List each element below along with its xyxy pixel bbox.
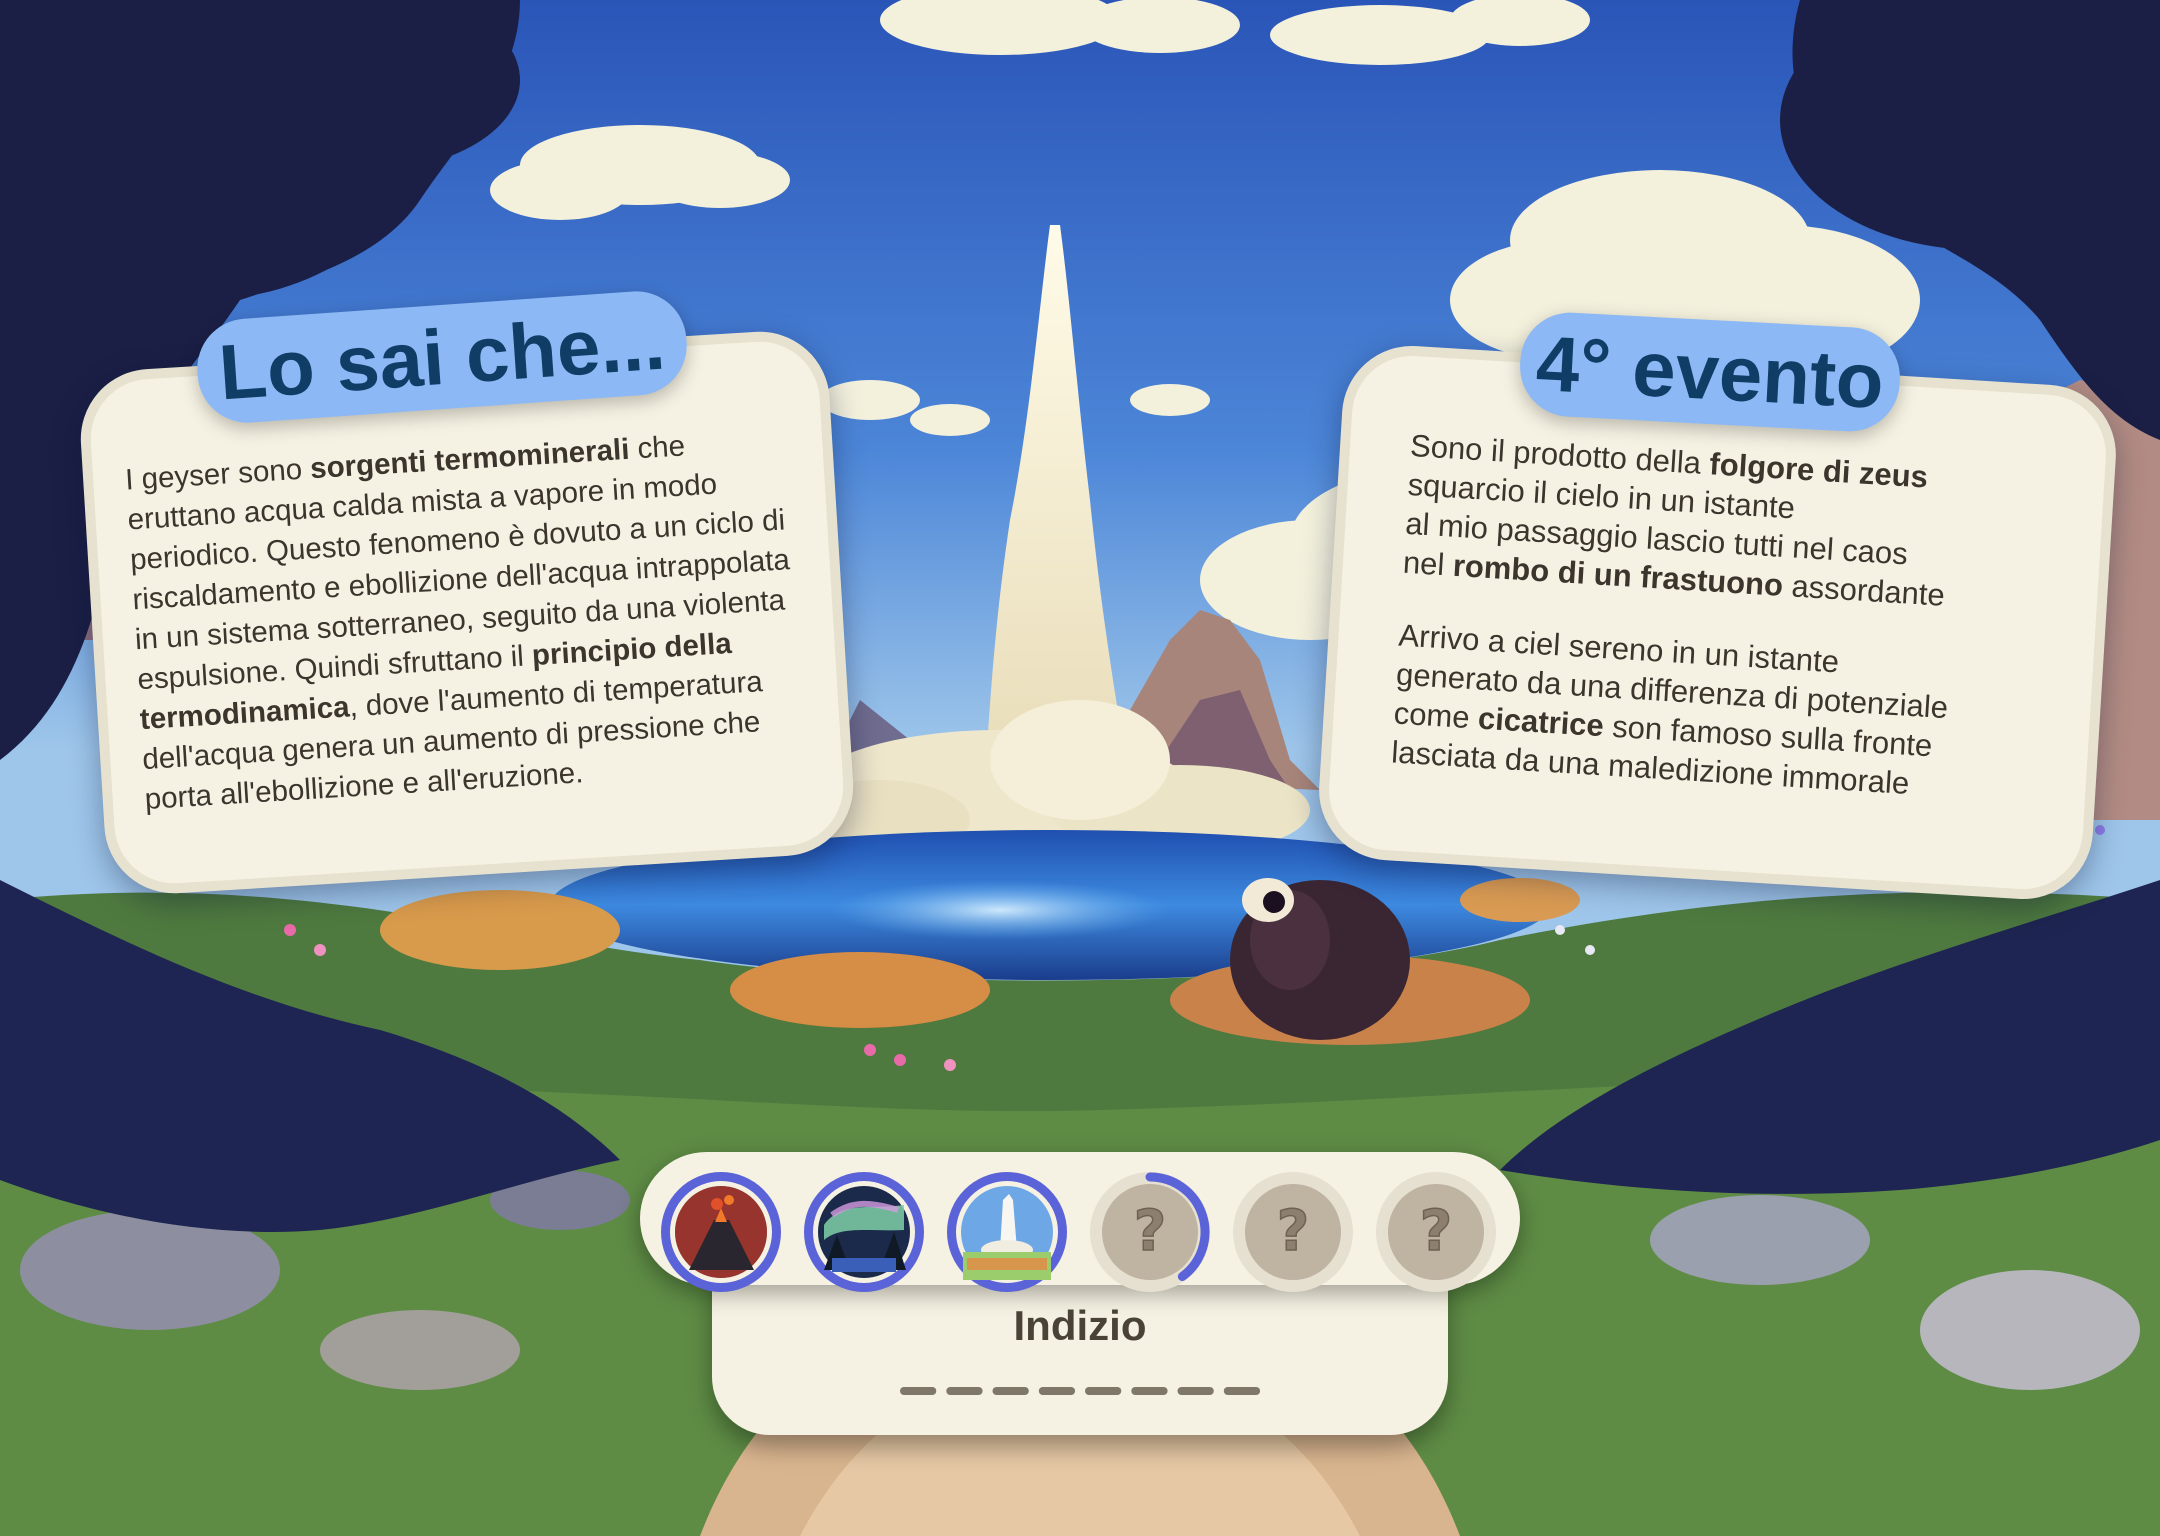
- question-mark: ?: [1420, 1199, 1452, 1264]
- hint-blank: [900, 1387, 937, 1395]
- riddle-text-segment: come: [1392, 695, 1480, 736]
- question-mark-icon: ?: [1376, 1172, 1496, 1292]
- slot-locked[interactable]: ?: [1374, 1170, 1498, 1294]
- geyser-icon: [947, 1172, 1067, 1292]
- hint-blank: [1177, 1387, 1214, 1395]
- volcano-icon: [661, 1172, 781, 1292]
- riddle-text-segment: assordante: [1781, 567, 1946, 613]
- slot-geyser[interactable]: [945, 1170, 1069, 1294]
- hint-label: Indizio: [1013, 1302, 1147, 1349]
- aurora-icon: [804, 1172, 924, 1292]
- question-mark-icon: ?: [1090, 1172, 1210, 1292]
- riddle-stanza: Sono il prodotto della folgore di zeus sq…: [1402, 426, 2070, 622]
- slot-volcano[interactable]: [659, 1170, 783, 1294]
- riddle-keyword: cicatrice: [1477, 700, 1605, 744]
- riddle-stanza: Arrivo a ciel sereno in un istante genera…: [1390, 616, 2058, 812]
- hint-blank: [992, 1387, 1029, 1395]
- hint-blank: [946, 1387, 983, 1395]
- hint-blank: [1131, 1387, 1168, 1395]
- fact-text-segment: I geyser sono: [124, 452, 312, 497]
- riddle-text-segment: nel: [1402, 544, 1455, 583]
- hint-answer-blanks[interactable]: [900, 1384, 1260, 1398]
- riddle-text: Sono il prodotto della folgore di zeus sq…: [1390, 426, 2070, 812]
- riddle-card: Sono il prodotto della folgore di zeus sq…: [1315, 341, 2120, 904]
- hint-blank: [1085, 1387, 1122, 1395]
- question-mark-icon: ?: [1233, 1172, 1353, 1292]
- slot-current[interactable]: ?: [1088, 1170, 1212, 1294]
- slot-locked[interactable]: ?: [1231, 1170, 1355, 1294]
- fact-card: I geyser sono sorgenti termominerali che…: [76, 327, 858, 898]
- slot-aurora[interactable]: [802, 1170, 926, 1294]
- fact-text: I geyser sono sorgenti termominerali che…: [124, 420, 817, 820]
- question-mark: ?: [1277, 1199, 1309, 1264]
- hint-blank: [1038, 1387, 1076, 1395]
- question-mark: ?: [1134, 1199, 1166, 1264]
- riddle-title: 4° evento: [1517, 310, 1903, 434]
- hint-blank: [1223, 1387, 1260, 1395]
